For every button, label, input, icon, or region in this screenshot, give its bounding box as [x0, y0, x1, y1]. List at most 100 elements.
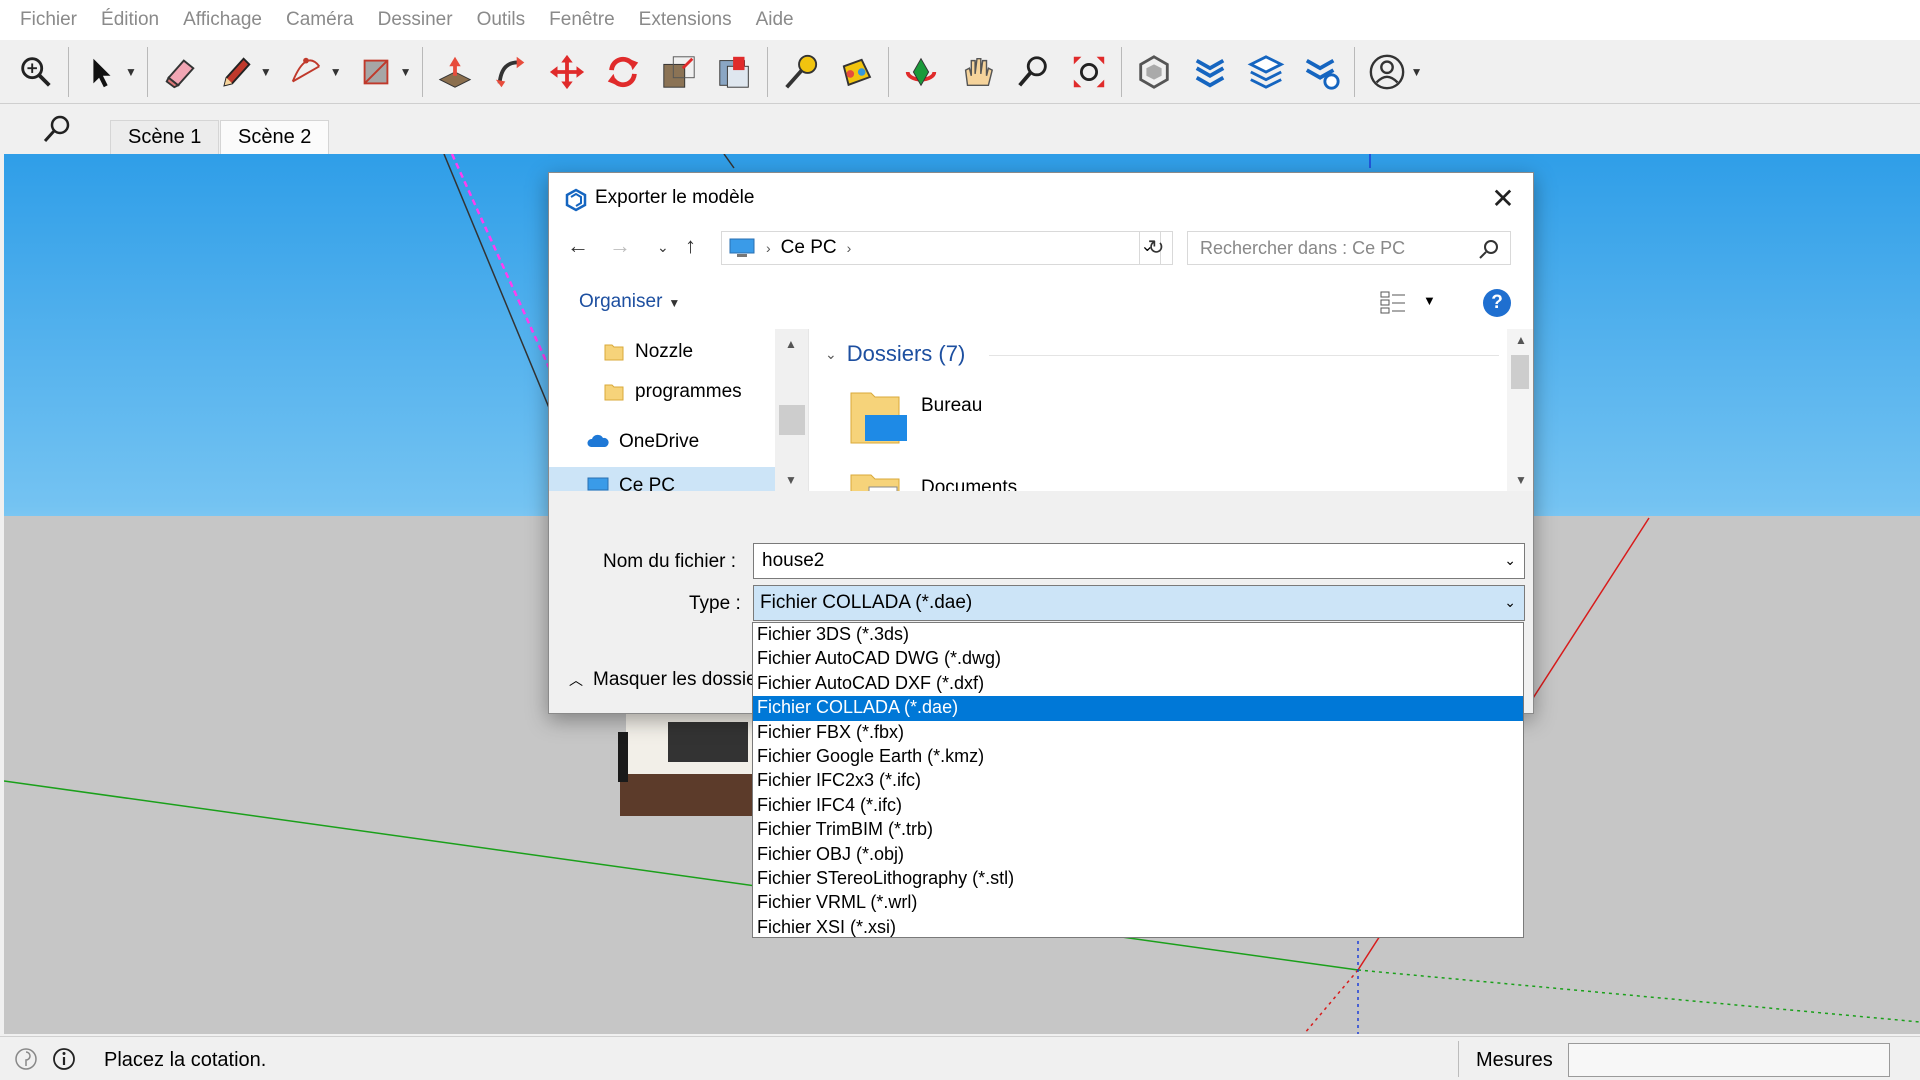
nav-item-ce-pc[interactable]: Ce PC — [549, 467, 775, 491]
arc-dropdown-icon[interactable]: ▼ — [330, 65, 342, 79]
house-model — [618, 714, 760, 816]
follow-me-icon[interactable] — [489, 48, 533, 96]
push-pull-icon[interactable] — [433, 48, 477, 96]
help-button[interactable]: ? — [1483, 289, 1511, 317]
scale-icon[interactable] — [657, 48, 701, 96]
measurements-label: Mesures — [1476, 1049, 1553, 1071]
info-icon[interactable] — [52, 1047, 76, 1071]
tape-measure-icon[interactable] — [778, 48, 822, 96]
rotate-icon[interactable] — [601, 48, 645, 96]
type-option-wrl[interactable]: Fichier VRML (*.wrl) — [753, 891, 1523, 915]
menu-camera[interactable]: Caméra — [274, 9, 366, 31]
menu-edition[interactable]: Édition — [89, 9, 171, 31]
menu-affichage[interactable]: Affichage — [171, 9, 274, 31]
recent-locations-chevron-icon[interactable]: ⌄ — [657, 239, 669, 256]
nav-item-label: Nozzle — [635, 341, 694, 362]
orbit-icon[interactable] — [899, 48, 943, 96]
scroll-thumb[interactable] — [1511, 355, 1529, 389]
select-icon[interactable] — [79, 48, 123, 96]
search-input[interactable]: Rechercher dans : Ce PC — [1187, 231, 1511, 265]
extension-manager-icon[interactable] — [1300, 48, 1344, 96]
rectangle-dropdown-icon[interactable]: ▼ — [400, 65, 412, 79]
menu-fenetre[interactable]: Fenêtre — [537, 9, 626, 31]
rectangle-icon[interactable] — [354, 48, 398, 96]
nav-item-nozzle[interactable]: Nozzle — [603, 333, 693, 371]
type-option-obj[interactable]: Fichier OBJ (*.obj) — [753, 843, 1523, 867]
search-icon[interactable] — [42, 114, 72, 144]
account-dropdown-icon[interactable]: ▼ — [1411, 65, 1423, 79]
nav-item-onedrive[interactable]: OneDrive — [587, 423, 699, 461]
warehouse-icon[interactable] — [1132, 48, 1176, 96]
eraser-icon[interactable] — [158, 48, 202, 96]
geolocation-icon[interactable] — [14, 1047, 38, 1071]
up-arrow-icon[interactable]: ↑ — [685, 233, 696, 259]
chevron-down-icon[interactable]: ⌄ — [1504, 594, 1516, 611]
folders-section-header[interactable]: ⌄ Dossiers (7) — [825, 341, 965, 367]
forward-arrow-icon[interactable]: → — [609, 233, 631, 259]
close-icon[interactable]: ✕ — [1485, 181, 1521, 217]
nav-item-programmes[interactable]: programmes — [603, 373, 742, 411]
content-scrollbar[interactable]: ▲ ▼ — [1507, 329, 1533, 491]
pan-icon[interactable] — [955, 48, 999, 96]
menu-fichier[interactable]: Fichier — [8, 9, 89, 31]
desktop-folder-icon — [850, 392, 907, 444]
pencil-dropdown-icon[interactable]: ▼ — [260, 65, 272, 79]
scroll-thumb[interactable] — [779, 405, 805, 435]
paint-bucket-icon[interactable] — [834, 48, 878, 96]
filename-input[interactable]: house2 ⌄ — [753, 543, 1525, 579]
arc-icon[interactable] — [284, 48, 328, 96]
pencil-icon[interactable] — [214, 48, 258, 96]
type-option-kmz[interactable]: Fichier Google Earth (*.kmz) — [753, 745, 1523, 769]
hide-folders-toggle[interactable]: ︿ Masquer les dossiers — [569, 669, 773, 691]
type-option-fbx[interactable]: Fichier FBX (*.fbx) — [753, 721, 1523, 745]
filename-value[interactable]: house2 — [762, 550, 824, 571]
address-path[interactable]: Ce PC — [781, 237, 837, 259]
extension-warehouse-icon[interactable] — [1188, 48, 1232, 96]
type-option-stl[interactable]: Fichier STereoLithography (*.stl) — [753, 867, 1523, 891]
navigation-pane: Nozzle programmes OneDrive Ce PC ▲ ▼ — [549, 329, 809, 491]
tab-scene-2[interactable]: Scène 2 — [220, 120, 330, 154]
measurements-input[interactable] — [1568, 1043, 1890, 1077]
zoom-icon[interactable] — [14, 48, 58, 96]
tab-scene-1[interactable]: Scène 1 — [110, 120, 220, 154]
folder-documents[interactable]: Documents — [847, 467, 1017, 491]
view-options-icon[interactable] — [1379, 289, 1409, 315]
menu-extensions[interactable]: Extensions — [627, 9, 744, 31]
type-option-ifc2x3[interactable]: Fichier IFC2x3 (*.ifc) — [753, 769, 1523, 793]
scroll-up-icon[interactable]: ▲ — [1515, 333, 1527, 347]
organise-label: Organiser — [579, 291, 663, 312]
offset-icon[interactable] — [713, 48, 757, 96]
account-icon[interactable] — [1365, 48, 1409, 96]
organise-menu[interactable]: Organiser ▼ — [579, 291, 680, 313]
move-icon[interactable] — [545, 48, 589, 96]
nav-scrollbar[interactable]: ▲ ▼ — [775, 329, 808, 491]
menu-dessiner[interactable]: Dessiner — [366, 9, 465, 31]
select-dropdown-icon[interactable]: ▼ — [125, 65, 137, 79]
type-options-list: Fichier 3DS (*.3ds) Fichier AutoCAD DWG … — [752, 622, 1524, 938]
type-option-ifc4[interactable]: Fichier IFC4 (*.ifc) — [753, 794, 1523, 818]
sketchup-logo-icon — [565, 188, 587, 212]
search-icon[interactable] — [1478, 238, 1500, 260]
type-option-dae[interactable]: Fichier COLLADA (*.dae) — [753, 696, 1523, 721]
layers-icon[interactable] — [1244, 48, 1288, 96]
type-option-xsi[interactable]: Fichier XSI (*.xsi) — [753, 916, 1523, 940]
view-dropdown-icon[interactable]: ▼ — [1423, 293, 1436, 308]
back-arrow-icon[interactable]: ← — [567, 233, 589, 259]
chevron-right-icon[interactable]: › — [847, 240, 852, 256]
type-option-dwg[interactable]: Fichier AutoCAD DWG (*.dwg) — [753, 647, 1523, 671]
refresh-icon[interactable]: ↻ — [1139, 231, 1173, 265]
type-option-trb[interactable]: Fichier TrimBIM (*.trb) — [753, 818, 1523, 842]
zoom-extents-icon[interactable] — [1067, 48, 1111, 96]
scroll-up-icon[interactable]: ▲ — [785, 337, 797, 351]
type-select[interactable]: Fichier COLLADA (*.dae) ⌄ — [753, 585, 1525, 621]
zoom-magnifier-icon[interactable] — [1011, 48, 1055, 96]
address-bar[interactable]: › Ce PC › ⌄ — [721, 231, 1161, 265]
scroll-down-icon[interactable]: ▼ — [785, 473, 797, 487]
menu-outils[interactable]: Outils — [465, 9, 538, 31]
type-option-dxf[interactable]: Fichier AutoCAD DXF (*.dxf) — [753, 672, 1523, 696]
scroll-down-icon[interactable]: ▼ — [1515, 473, 1527, 487]
folder-bureau[interactable]: Bureau — [847, 385, 982, 451]
chevron-down-icon[interactable]: ⌄ — [1504, 552, 1516, 569]
menu-aide[interactable]: Aide — [744, 9, 806, 31]
type-option-3ds[interactable]: Fichier 3DS (*.3ds) — [753, 623, 1523, 647]
